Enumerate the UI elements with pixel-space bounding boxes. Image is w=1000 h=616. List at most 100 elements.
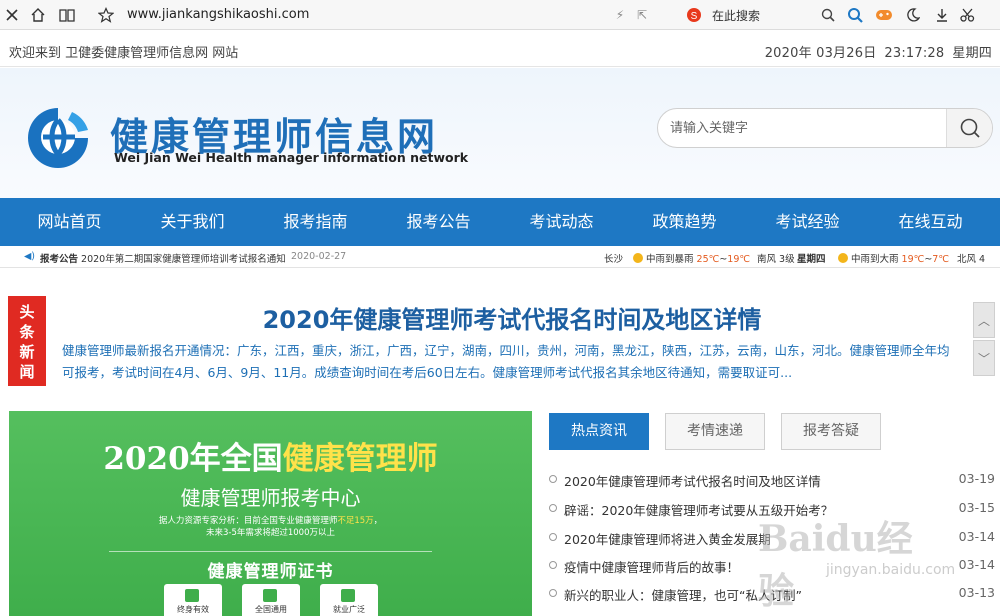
- news-title[interactable]: 辟谣：2020年健康管理师考试要从五级开始考？: [564, 500, 833, 519]
- weather-desc: 中雨到暴雨: [646, 254, 694, 265]
- banner-note-suffix: ，: [373, 516, 383, 526]
- banner-certificate-title: 健康管理师证书: [207, 562, 334, 582]
- news-date: 03-13: [958, 585, 995, 600]
- weather-sun-icon: [633, 253, 643, 263]
- bullet-icon: [549, 475, 557, 483]
- list-item[interactable]: 辟谣：2020年健康管理师考试要从五级开始考？ 03-15: [549, 499, 995, 521]
- notice-text: 2020年第二期国家健康管理师培训考试报名通知: [81, 254, 286, 265]
- top-info-bar: 欢迎来到 卫健委健康管理师信息网 网站 2020年 03月26日 23:17:28…: [0, 31, 1000, 67]
- notice-label: 报考公告: [40, 254, 79, 265]
- site-logo-icon[interactable]: [22, 104, 94, 170]
- list-item[interactable]: 疫情中健康管理师背后的故事！ 03-14: [549, 556, 995, 578]
- svg-text:S: S: [691, 11, 698, 22]
- wind-today: 南风 3级: [757, 254, 795, 265]
- chevron-up-icon: ︿: [977, 313, 990, 328]
- bullet-icon: [549, 589, 557, 597]
- temp-low: 7℃: [932, 254, 949, 265]
- address-bar[interactable]: www.jiankangshikaoshi.com: [127, 7, 309, 22]
- weather-sun-icon: [838, 253, 848, 263]
- banner-card: 就业广泛: [320, 584, 378, 616]
- tab-exam-brief[interactable]: 考情速递: [665, 413, 765, 450]
- site-header: 健康管理师信息网 Wei Jian Wei Health manager inf…: [0, 68, 1000, 198]
- temp-high: 25℃: [696, 254, 720, 265]
- banner-card-label: 终身有效: [177, 605, 209, 614]
- welcome-text: 欢迎来到 卫健委健康管理师信息网 网站: [9, 46, 239, 61]
- banner-card: 终身有效: [164, 584, 222, 616]
- nav-item-interaction[interactable]: 在线互动: [869, 198, 992, 246]
- layers-icon: [185, 589, 199, 602]
- banner-card-label: 全国通用: [255, 605, 287, 614]
- news-title[interactable]: 2020年健康管理师将进入黄金发展期: [564, 529, 771, 548]
- nav-item-notice[interactable]: 报考公告: [377, 198, 500, 246]
- site-search: [657, 108, 993, 148]
- news-title[interactable]: 2020年健康管理师考试代报名时间及地区详情: [564, 471, 821, 490]
- nav-item-experience[interactable]: 考试经验: [746, 198, 869, 246]
- banner-divider: [109, 551, 432, 552]
- speaker-icon: ◀): [24, 251, 36, 262]
- scroll-up-button[interactable]: ︿: [973, 302, 995, 338]
- headline-summary[interactable]: 健康管理师最新报名开通情况：广东，江西，重庆，浙江，广西，辽宁，湖南，四川，贵州…: [62, 340, 955, 384]
- moon-icon[interactable]: [903, 5, 923, 25]
- search-icon[interactable]: [845, 5, 865, 25]
- nav-item-about[interactable]: 关于我们: [131, 198, 254, 246]
- search-button[interactable]: [946, 109, 992, 147]
- datetime: 2020年 03月26日 23:17:28 星期四: [757, 42, 992, 61]
- browser-toolbar: www.jiankangshikaoshi.com ⚡ ⇱ S 在此搜索: [0, 0, 1000, 30]
- browser-search-input[interactable]: 在此搜索: [712, 7, 760, 24]
- nav-item-policy[interactable]: 政策趋势: [623, 198, 746, 246]
- site-subtitle: Wei Jian Wei Health manager information …: [114, 150, 469, 165]
- search-icon[interactable]: [818, 5, 838, 25]
- headline-title[interactable]: 2020年健康管理师考试代报名时间及地区详情: [62, 300, 962, 335]
- nav-item-exam-news[interactable]: 考试动态: [500, 198, 623, 246]
- lightning-icon[interactable]: ⚡: [610, 5, 630, 25]
- news-title[interactable]: 疫情中健康管理师背后的故事！: [564, 557, 739, 576]
- game-icon[interactable]: [874, 5, 894, 25]
- banner-subheading: 健康管理师报考中心: [180, 486, 361, 510]
- star-icon[interactable]: [96, 5, 116, 25]
- bullet-icon: [549, 504, 557, 512]
- banner-heading: 2020年全国健康管理师: [9, 433, 532, 478]
- notice-date: 2020-02-27: [291, 251, 347, 262]
- date-text: 2020年 03月26日: [764, 46, 877, 61]
- weather-tomorrow: 中雨到大雨 19℃~7℃: [838, 251, 949, 265]
- reader-icon[interactable]: [57, 5, 77, 25]
- banner-note-prefix: 据人力资源专家分析：目前全国专业健康管理师: [158, 516, 338, 526]
- headline-badge: 头条新闻: [8, 296, 46, 386]
- wind-tomorrow: 北风 4: [957, 254, 986, 265]
- nav-item-home[interactable]: 网站首页: [8, 198, 131, 246]
- main-nav: 网站首页 关于我们 报考指南 报考公告 考试动态 政策趋势 考试经验 在线互动: [0, 198, 1000, 246]
- news-title[interactable]: 新兴的职业人：健康管理，也可“私人订制”: [564, 585, 802, 604]
- news-date: 03-15: [958, 500, 995, 515]
- promo-banner[interactable]: 2020年全国健康管理师 健康管理师报考中心 据人力资源专家分析：目前全国专业健…: [9, 411, 532, 616]
- banner-card-label: 就业广泛: [333, 605, 365, 614]
- banner-note-line2: 未来3-5年需求将超过1000万以上: [205, 528, 336, 538]
- temp-high: 19℃: [901, 254, 925, 265]
- notice-item[interactable]: 报考公告 2020年第二期国家健康管理师培训考试报名通知: [40, 251, 286, 265]
- bullet-icon: [549, 561, 557, 569]
- close-icon[interactable]: [2, 5, 22, 25]
- list-item[interactable]: 2020年健康管理师将进入黄金发展期 03-14: [549, 528, 995, 550]
- scroll-down-button[interactable]: ﹀: [973, 340, 995, 376]
- news-date: 03-19: [958, 471, 995, 486]
- cut-icon[interactable]: [958, 5, 978, 25]
- tab-faq[interactable]: 报考答疑: [781, 413, 881, 450]
- weather-desc: 中雨到大雨: [851, 254, 899, 265]
- nav-item-guide[interactable]: 报考指南: [254, 198, 377, 246]
- sogou-icon[interactable]: S: [684, 5, 704, 25]
- banner-card: 全国通用: [242, 584, 300, 616]
- baidu-watermark: Baidu经验 jingyan.baidu.com: [758, 510, 955, 612]
- headline-badge-text: 头条新闻: [19, 303, 35, 381]
- home-icon[interactable]: [28, 5, 48, 25]
- time-text: 23:17:28: [884, 46, 945, 61]
- weather-today: 中雨到暴雨 25℃~19℃: [633, 251, 750, 265]
- site-search-input[interactable]: [658, 109, 946, 147]
- download-icon[interactable]: [932, 5, 952, 25]
- banner-heading-highlight: 健康管理师: [282, 441, 438, 477]
- list-item[interactable]: 2020年健康管理师考试代报名时间及地区详情 03-19: [549, 470, 995, 492]
- list-item[interactable]: 新兴的职业人：健康管理，也可“私人订制” 03-13: [549, 584, 995, 606]
- news-date: 03-14: [958, 557, 995, 572]
- temp-low: 19℃: [727, 254, 751, 265]
- share-icon[interactable]: ⇱: [632, 5, 652, 25]
- weekday-text: 星期四: [952, 46, 992, 61]
- tab-hot-news[interactable]: 热点资讯: [549, 413, 649, 450]
